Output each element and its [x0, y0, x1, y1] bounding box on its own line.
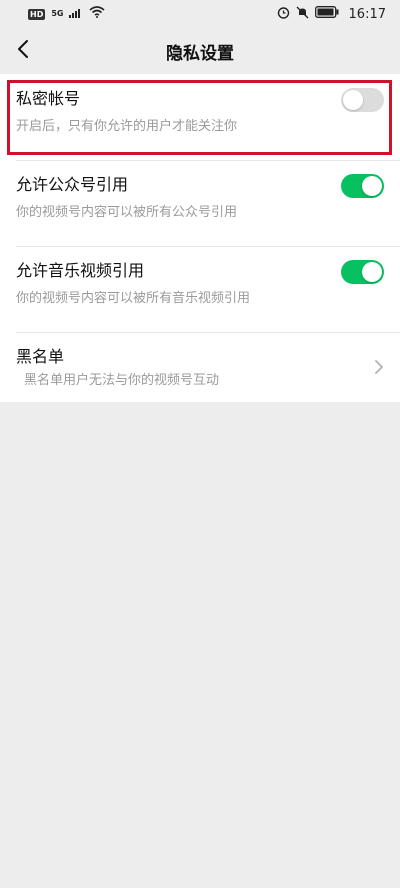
chevron-right-icon: [372, 358, 386, 376]
setting-title: 允许音乐视频引用: [16, 261, 145, 280]
toggle-knob: [362, 262, 382, 282]
private-account-toggle[interactable]: [341, 88, 384, 112]
setting-music-video-quote: 允许音乐视频引用 你的视频号内容可以被所有音乐视频引用: [0, 246, 400, 332]
toggle-knob: [362, 176, 382, 196]
mute-bell-icon: [296, 6, 309, 23]
network-type: 5G: [51, 9, 64, 18]
setting-title: 允许公众号引用: [16, 175, 129, 194]
signal-icon: [69, 7, 83, 22]
hd-badge: HD: [28, 8, 46, 20]
clock: 16:17: [348, 6, 386, 22]
setting-blacklist[interactable]: 黑名单 黑名单用户无法与你的视频号互动: [0, 332, 400, 402]
wifi-icon: [89, 6, 106, 22]
toggle-knob: [343, 90, 363, 110]
back-button[interactable]: [8, 36, 38, 66]
setting-official-account-quote: 允许公众号引用 你的视频号内容可以被所有公众号引用: [0, 160, 400, 246]
setting-description: 你的视频号内容可以被所有公众号引用: [16, 205, 238, 220]
setting-description: 开启后，只有你允许的用户才能关注你: [16, 119, 238, 134]
status-bar: HD 5G 16:17: [0, 0, 400, 28]
setting-description: 你的视频号内容可以被所有音乐视频引用: [16, 291, 251, 306]
status-left: HD 5G: [28, 6, 106, 22]
back-arrow-icon: [17, 39, 29, 63]
status-right: 16:17: [277, 6, 386, 23]
setting-title: 黑名单: [16, 347, 65, 366]
setting-title: 私密帐号: [16, 89, 81, 108]
music-video-quote-toggle[interactable]: [341, 260, 384, 284]
battery-icon: [314, 6, 339, 22]
settings-list: 私密帐号 开启后，只有你允许的用户才能关注你 允许公众号引用 你的视频号内容可以…: [0, 74, 400, 402]
official-account-quote-toggle[interactable]: [341, 174, 384, 198]
navigation-bar: 隐私设置: [0, 28, 400, 74]
setting-private-account: 私密帐号 开启后，只有你允许的用户才能关注你: [0, 74, 400, 160]
alarm-icon: [277, 6, 290, 23]
page-title: 隐私设置: [166, 43, 234, 64]
setting-description: 黑名单用户无法与你的视频号互动: [24, 373, 220, 388]
